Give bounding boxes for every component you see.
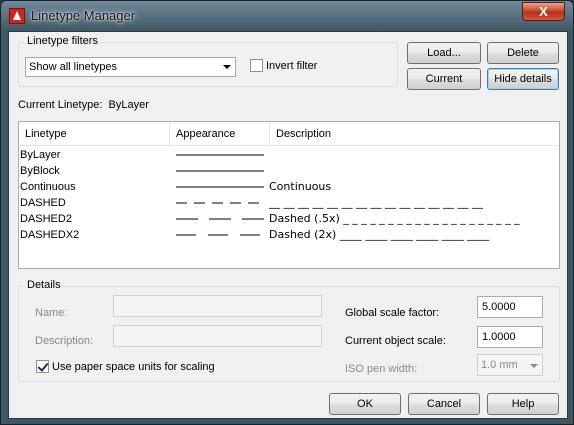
iso-pen-width-value: 1.0 mm	[481, 359, 518, 371]
linetype-sample-dashed	[176, 202, 264, 204]
list-row-dashed2[interactable]: DASHED2 Dashed (.5x) _ _ _ _ _ _ _ _ _ _…	[19, 211, 559, 227]
linetype-name: ByBlock	[20, 165, 60, 177]
list-row-dashedx2[interactable]: DASHEDX2 Dashed (2x) ____ ____ ____ ____…	[19, 227, 559, 243]
list-row-dashed[interactable]: DASHED __ __ __ __ __ __ __ __ __ __ __ …	[19, 195, 559, 211]
linetype-sample-solid	[176, 154, 264, 156]
dialog-client: Linetype filters Show all linetypes Inve…	[8, 31, 568, 419]
column-header-description[interactable]: Description	[270, 122, 559, 146]
close-button[interactable]: X	[522, 2, 565, 21]
list-header: Linetype Appearance Description	[19, 122, 559, 146]
current-button[interactable]: Current	[407, 68, 481, 90]
autocad-app-icon	[9, 8, 25, 24]
linetype-list[interactable]: Linetype Appearance Description ByLayer …	[18, 121, 560, 269]
description-field[interactable]	[113, 325, 322, 347]
linetype-filter-value: Show all linetypes	[29, 61, 118, 73]
description-label: Description:	[35, 335, 94, 347]
hide-details-button[interactable]: Hide details	[487, 68, 559, 90]
window-title: Linetype Manager	[31, 8, 136, 23]
object-scale-label: Current object scale:	[345, 335, 446, 347]
linetype-sample-dashedx2	[176, 234, 264, 236]
linetype-sample-dashed2	[176, 218, 264, 220]
help-button[interactable]: Help	[487, 393, 559, 415]
list-row-continuous[interactable]: Continuous Continuous	[19, 179, 559, 195]
ok-button[interactable]: OK	[329, 393, 401, 415]
linetype-filters-label: Linetype filters	[25, 35, 100, 47]
chevron-down-icon	[223, 65, 231, 69]
linetype-name: DASHEDX2	[20, 229, 80, 241]
iso-pen-width-label: ISO pen width:	[345, 363, 418, 375]
chevron-down-icon	[530, 364, 538, 368]
current-linetype-label: Current Linetype: ByLayer	[18, 99, 149, 111]
linetype-name: DASHED	[20, 197, 66, 209]
object-scale-field[interactable]: 1.0000	[477, 326, 543, 348]
title-bar[interactable]: Linetype Manager X	[1, 1, 573, 31]
details-label: Details	[25, 279, 63, 291]
linetype-description: __ __ __ __ __ __ __ __ __ __ __ __ __ _…	[269, 196, 483, 209]
list-row-byblock[interactable]: ByBlock	[19, 163, 559, 179]
iso-pen-width-select[interactable]: 1.0 mm	[477, 354, 543, 376]
paper-space-units-checkbox[interactable]	[36, 360, 49, 373]
linetype-sample-solid	[176, 186, 264, 188]
linetype-sample-solid	[176, 170, 264, 172]
list-row-bylayer[interactable]: ByLayer	[19, 147, 559, 163]
global-scale-field[interactable]: 5.0000	[477, 296, 543, 318]
linetype-name: Continuous	[20, 181, 76, 193]
linetype-name: ByLayer	[20, 149, 61, 161]
paper-space-units-label: Use paper space units for scaling	[52, 361, 215, 373]
name-label: Name:	[35, 307, 68, 319]
global-scale-label: Global scale factor:	[345, 307, 440, 319]
column-header-linetype[interactable]: Linetype	[19, 122, 170, 146]
name-field[interactable]	[113, 295, 322, 317]
column-header-appearance[interactable]: Appearance	[170, 122, 270, 146]
invert-filter-label: Invert filter	[266, 60, 318, 72]
linetype-filter-select[interactable]: Show all linetypes	[25, 57, 236, 77]
linetype-description: Continuous	[269, 180, 332, 193]
current-linetype-value: ByLayer	[108, 99, 149, 111]
delete-button[interactable]: Delete	[487, 42, 559, 64]
cancel-button[interactable]: Cancel	[408, 393, 480, 415]
linetype-description: Dashed (2x) ____ ____ ____ ____ ____ ___…	[269, 228, 490, 241]
linetype-description: Dashed (.5x) _ _ _ _ _ _ _ _ _ _ _ _ _ _…	[269, 212, 520, 225]
linetype-name: DASHED2	[20, 213, 72, 225]
load-button[interactable]: Load...	[407, 42, 481, 64]
invert-filter-checkbox[interactable]	[250, 59, 263, 72]
linetype-manager-window: Linetype Manager X Linetype filters Show…	[0, 0, 574, 425]
current-linetype-caption: Current Linetype:	[18, 99, 103, 111]
